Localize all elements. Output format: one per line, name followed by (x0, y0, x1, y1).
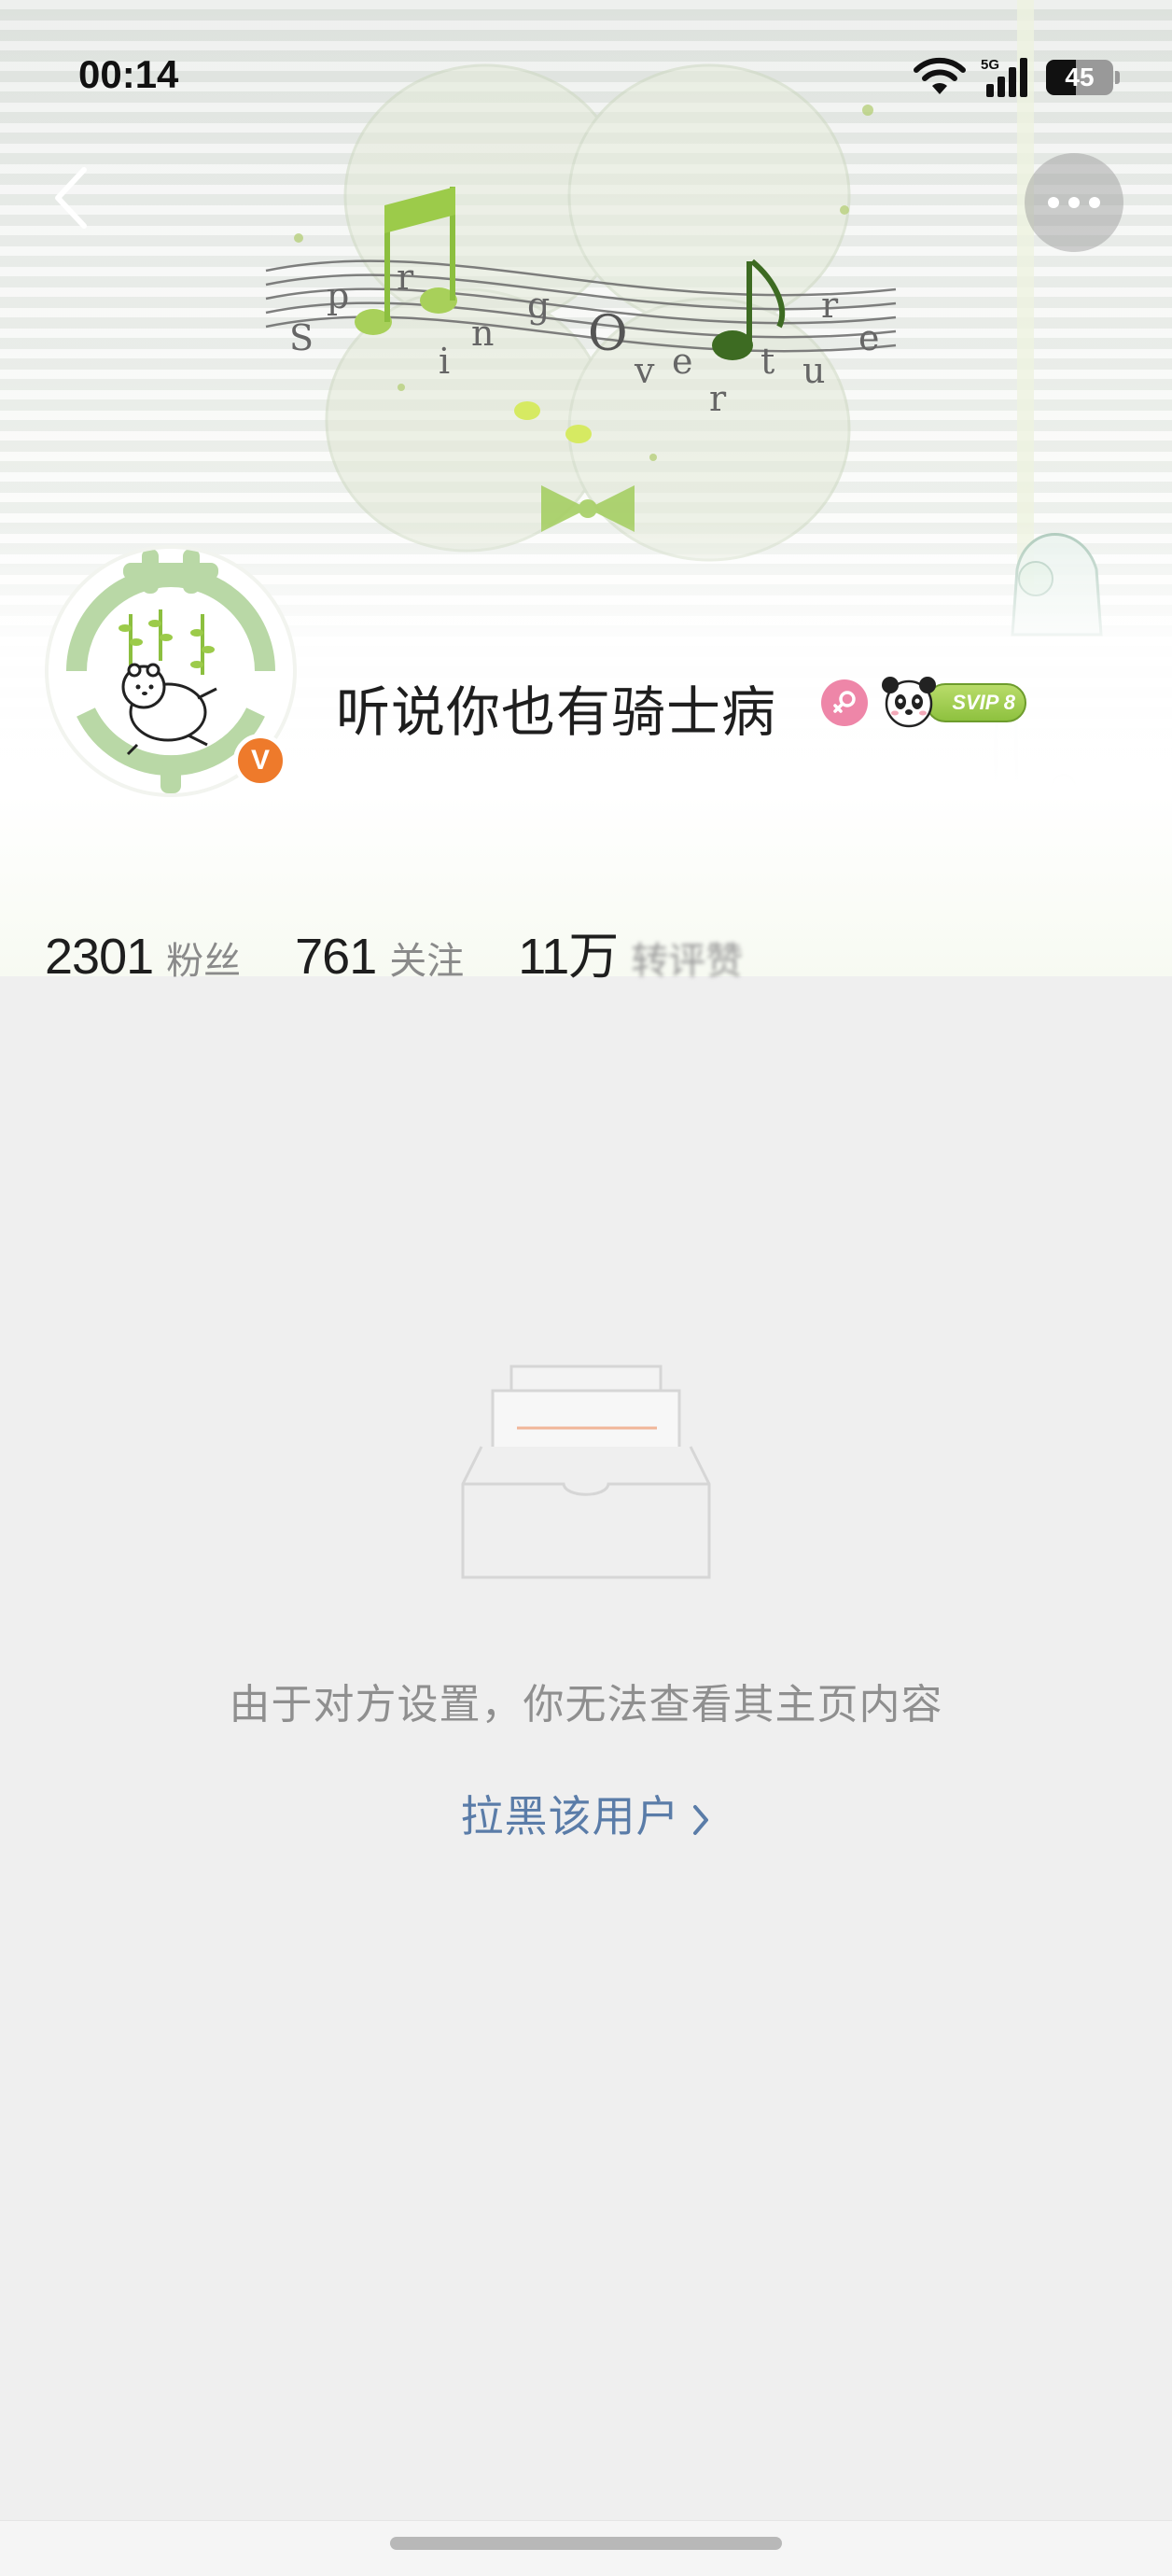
empty-inbox-icon (461, 1365, 711, 1579)
svg-text:i: i (439, 341, 450, 382)
more-options-button[interactable] (1025, 153, 1123, 252)
stat-label: 粉丝 (166, 940, 242, 983)
stat-value: 761 (295, 929, 377, 985)
profile-header: S p r i n g O v e r t u r e (0, 0, 1172, 976)
svg-text:r: r (821, 285, 839, 326)
verified-badge: V (233, 734, 287, 788)
female-gender-icon (821, 679, 868, 726)
svg-text:O: O (588, 306, 628, 362)
home-indicator[interactable] (390, 2537, 782, 2550)
svg-text:S: S (289, 317, 314, 358)
back-button[interactable] (34, 161, 108, 235)
stat-interactions[interactable]: 11万 转评赞 (518, 915, 743, 988)
stat-followers[interactable]: 2301 粉丝 (45, 928, 241, 986)
stat-label: 转评赞 (631, 940, 744, 983)
svg-text:r: r (397, 257, 414, 298)
svg-text:e: e (672, 341, 693, 382)
svg-text:t: t (760, 341, 774, 382)
stat-value: 2301 (45, 929, 154, 985)
username: 听说你也有骑士病 (336, 680, 777, 744)
svg-text:p: p (327, 275, 349, 316)
wifi-icon (914, 57, 966, 94)
block-user-link[interactable]: 拉黑该用户 (0, 1783, 1172, 1844)
status-icons: 5G 45 (912, 54, 1120, 101)
cellular-signal-icon: 5G (981, 57, 1027, 97)
svip-label: SVIP 8 (926, 683, 1026, 722)
stat-value: 11万 (518, 929, 619, 985)
svg-text:v: v (634, 350, 655, 391)
stat-label: 关注 (389, 940, 465, 983)
chevron-right-icon (692, 1804, 708, 1835)
battery-tip (1115, 71, 1120, 84)
profile-page: S p r i n g O v e r t u r e 00:14 5G 45 … (0, 0, 1172, 2576)
svg-text:e: e (858, 317, 880, 358)
svip-badge[interactable]: SVIP 8 (881, 670, 1030, 730)
battery-icon: 45 (1046, 60, 1113, 95)
battery-level: 45 (1065, 63, 1095, 91)
svg-text:g: g (527, 285, 550, 326)
network-label: 5G (981, 57, 999, 73)
svg-text:u: u (802, 350, 825, 391)
panda-icon (882, 677, 936, 728)
empty-state-message: 由于对方设置，你无法查看其主页内容 (229, 1681, 943, 1729)
chevron-left-icon (55, 167, 87, 229)
block-user-label: 拉黑该用户 (460, 1791, 680, 1841)
profile-stats: 2301 粉丝 761 关注 11万 转评赞 (45, 915, 797, 988)
status-time: 00:14 (78, 52, 179, 96)
stat-following[interactable]: 761 关注 (295, 928, 464, 986)
more-horizontal-icon (1048, 197, 1100, 208)
svg-text:n: n (471, 313, 494, 354)
svg-text:r: r (709, 378, 727, 419)
